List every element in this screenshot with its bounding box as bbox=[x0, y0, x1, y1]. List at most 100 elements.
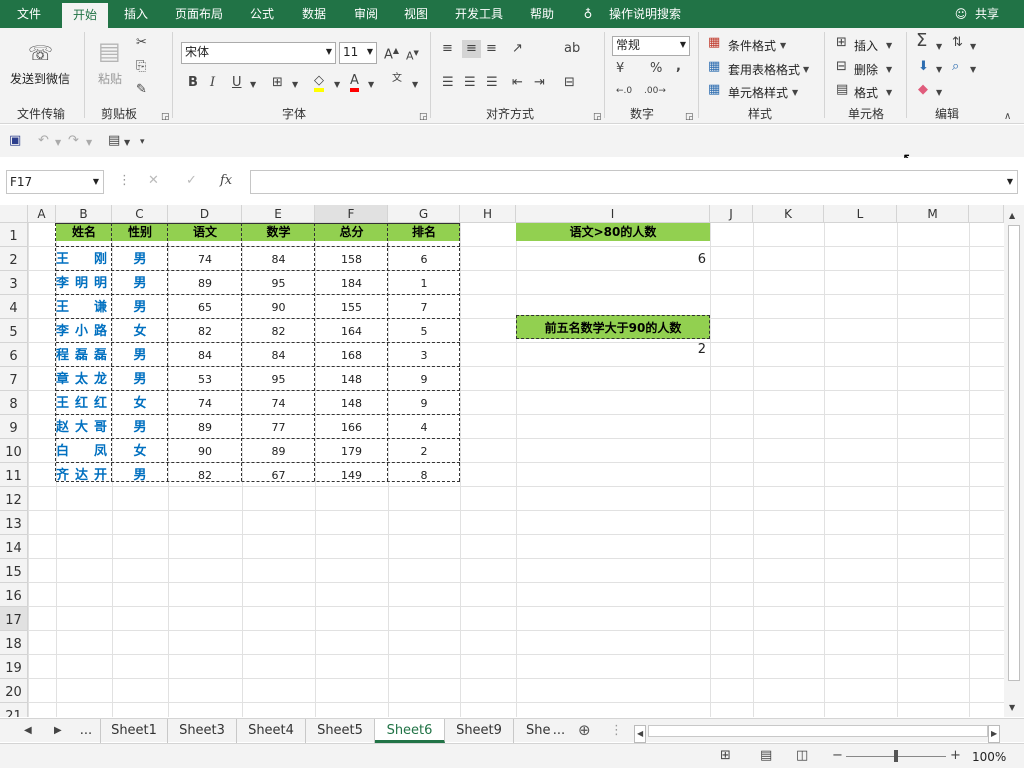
table-cell[interactable]: 148 bbox=[315, 391, 388, 415]
table-cell[interactable]: 74 bbox=[242, 391, 315, 415]
sheet-tab-partial[interactable]: She bbox=[514, 719, 551, 743]
table-cell[interactable]: 179 bbox=[315, 439, 388, 463]
table-cell[interactable]: 女 bbox=[112, 319, 168, 343]
table-header-cell[interactable]: 排名 bbox=[388, 223, 460, 241]
increase-decimal-icon[interactable]: ←.0 bbox=[616, 84, 632, 98]
summary-value-chinese-over-80[interactable]: 6 bbox=[516, 247, 706, 271]
menu-tab-view[interactable]: 视图 bbox=[394, 0, 438, 28]
column-header[interactable]: G bbox=[388, 205, 460, 223]
chevron-down-icon[interactable]: ▼ bbox=[412, 78, 418, 92]
enter-icon[interactable]: ✓ bbox=[186, 174, 197, 188]
table-cell[interactable]: 155 bbox=[315, 295, 388, 319]
row-header[interactable]: 20 bbox=[0, 679, 28, 703]
decrease-font-icon[interactable]: A▼ bbox=[406, 46, 419, 64]
borders-icon[interactable]: ⊞ bbox=[272, 76, 283, 90]
table-cell[interactable]: 5 bbox=[388, 319, 460, 343]
menu-tab-review[interactable]: 审阅 bbox=[344, 0, 388, 28]
increase-indent-icon[interactable]: ⇥ bbox=[534, 76, 545, 90]
table-cell[interactable]: 164 bbox=[315, 319, 388, 343]
accounting-icon[interactable]: ¥ bbox=[616, 62, 624, 76]
orientation-icon[interactable]: ↗ bbox=[512, 42, 523, 56]
chevron-down-icon[interactable]: ▼ bbox=[368, 78, 374, 92]
name-box[interactable]: F17 ▼ bbox=[6, 170, 104, 194]
save-icon[interactable]: ▣ bbox=[9, 134, 21, 148]
chevron-down-icon[interactable]: ▼ bbox=[124, 136, 130, 150]
chevron-down-icon[interactable]: ▼ bbox=[970, 40, 976, 54]
row-header[interactable]: 21 bbox=[0, 703, 28, 717]
fill-color-icon[interactable]: ◇ bbox=[314, 74, 324, 92]
table-cell[interactable]: 89 bbox=[168, 415, 242, 439]
scroll-thumb[interactable] bbox=[1008, 225, 1020, 681]
zoom-out-button[interactable]: − bbox=[832, 749, 843, 763]
hscroll-right-icon[interactable]: ▶ bbox=[988, 725, 1001, 743]
row-header[interactable]: 1 bbox=[0, 223, 28, 247]
table-cell[interactable]: 53 bbox=[168, 367, 242, 391]
menu-tab-insert[interactable]: 插入 bbox=[114, 0, 158, 28]
zoom-in-button[interactable]: + bbox=[950, 749, 961, 763]
horizontal-scrollbar[interactable] bbox=[648, 725, 988, 737]
chevron-down-icon[interactable]: ▼ bbox=[970, 63, 976, 77]
chevron-down-icon[interactable]: ▼ bbox=[250, 78, 256, 92]
column-header[interactable]: J bbox=[710, 205, 753, 223]
sheet-tabs-more[interactable]: ... bbox=[548, 719, 570, 743]
summary-label-chinese-over-80[interactable]: 语文>80的人数 bbox=[516, 223, 710, 241]
row-header[interactable]: 12 bbox=[0, 487, 28, 511]
italic-button[interactable]: I bbox=[210, 76, 215, 90]
table-cell[interactable]: 149 bbox=[315, 463, 388, 487]
chevron-down-icon[interactable]: ▼ bbox=[936, 63, 942, 77]
normal-view-icon[interactable]: ⊞ bbox=[720, 749, 731, 763]
table-cell[interactable]: 9 bbox=[388, 391, 460, 415]
table-cell[interactable]: 2 bbox=[388, 439, 460, 463]
add-sheet-icon[interactable]: ⊕ bbox=[578, 723, 591, 738]
format-painter-icon[interactable]: ✎ bbox=[136, 83, 147, 97]
column-header[interactable]: B bbox=[56, 205, 112, 223]
table-cell[interactable]: 74 bbox=[168, 247, 242, 271]
table-cell[interactable]: 6 bbox=[388, 247, 460, 271]
row-header[interactable]: 6 bbox=[0, 343, 28, 367]
dialog-launcher-icon[interactable]: ◲ bbox=[685, 110, 694, 124]
table-cell[interactable]: 7 bbox=[388, 295, 460, 319]
page-layout-view-icon[interactable]: ▤ bbox=[760, 749, 772, 763]
align-middle-icon[interactable]: ≡ bbox=[462, 40, 481, 58]
table-cell[interactable]: 8 bbox=[388, 463, 460, 487]
table-cell[interactable]: 65 bbox=[168, 295, 242, 319]
table-cell[interactable]: 89 bbox=[168, 271, 242, 295]
tell-me-search[interactable]: 操作说明搜索 bbox=[602, 0, 688, 28]
table-cell[interactable]: 女 bbox=[112, 439, 168, 463]
cancel-icon[interactable]: ✕ bbox=[148, 174, 159, 188]
table-cell[interactable]: 168 bbox=[315, 343, 388, 367]
table-cell[interactable]: 男 bbox=[112, 463, 168, 487]
chevron-down-icon[interactable]: ▼ bbox=[936, 86, 942, 100]
table-cell[interactable]: 李小路 bbox=[56, 319, 112, 343]
chevron-down-icon[interactable]: ▼ bbox=[86, 136, 92, 150]
sheet-tab-sheet4[interactable]: Sheet4 bbox=[237, 719, 306, 743]
column-header[interactable]: M bbox=[897, 205, 969, 223]
cell-style-button[interactable]: 单元格样式 bbox=[728, 84, 788, 101]
row-header[interactable]: 10 bbox=[0, 439, 28, 463]
table-cell[interactable]: 90 bbox=[242, 295, 315, 319]
column-header[interactable]: K bbox=[753, 205, 824, 223]
row-header[interactable]: 19 bbox=[0, 655, 28, 679]
align-right-icon[interactable]: ☰ bbox=[486, 76, 498, 90]
select-all-corner[interactable] bbox=[0, 205, 28, 223]
sheet-tabs-ellipsis[interactable]: ... bbox=[74, 719, 98, 743]
menu-file[interactable]: 文件 bbox=[10, 0, 48, 28]
page-break-view-icon[interactable]: ◫ bbox=[796, 749, 808, 763]
menu-tab-developer[interactable]: 开发工具 bbox=[446, 0, 512, 28]
format-button[interactable]: 格式 bbox=[854, 84, 878, 101]
menu-tab-page-layout[interactable]: 页面布局 bbox=[166, 0, 232, 28]
table-cell[interactable]: 148 bbox=[315, 367, 388, 391]
share-button[interactable]: 共享 bbox=[970, 0, 1004, 28]
table-header-cell[interactable]: 语文 bbox=[168, 223, 242, 241]
next-sheet-icon[interactable]: ▶ bbox=[54, 724, 62, 738]
table-header-cell[interactable]: 姓名 bbox=[56, 223, 112, 241]
chevron-down-icon[interactable]: ▼ bbox=[936, 40, 942, 54]
zoom-slider-thumb[interactable] bbox=[894, 750, 898, 762]
insert-button[interactable]: 插入 bbox=[854, 37, 878, 54]
format-as-table-button[interactable]: 套用表格格式 bbox=[728, 61, 800, 78]
table-cell[interactable]: 1 bbox=[388, 271, 460, 295]
comma-button[interactable]: , bbox=[676, 60, 681, 74]
menu-tab-home[interactable]: 开始 bbox=[62, 3, 108, 28]
table-cell[interactable]: 3 bbox=[388, 343, 460, 367]
dialog-launcher-icon[interactable]: ◲ bbox=[419, 110, 428, 124]
